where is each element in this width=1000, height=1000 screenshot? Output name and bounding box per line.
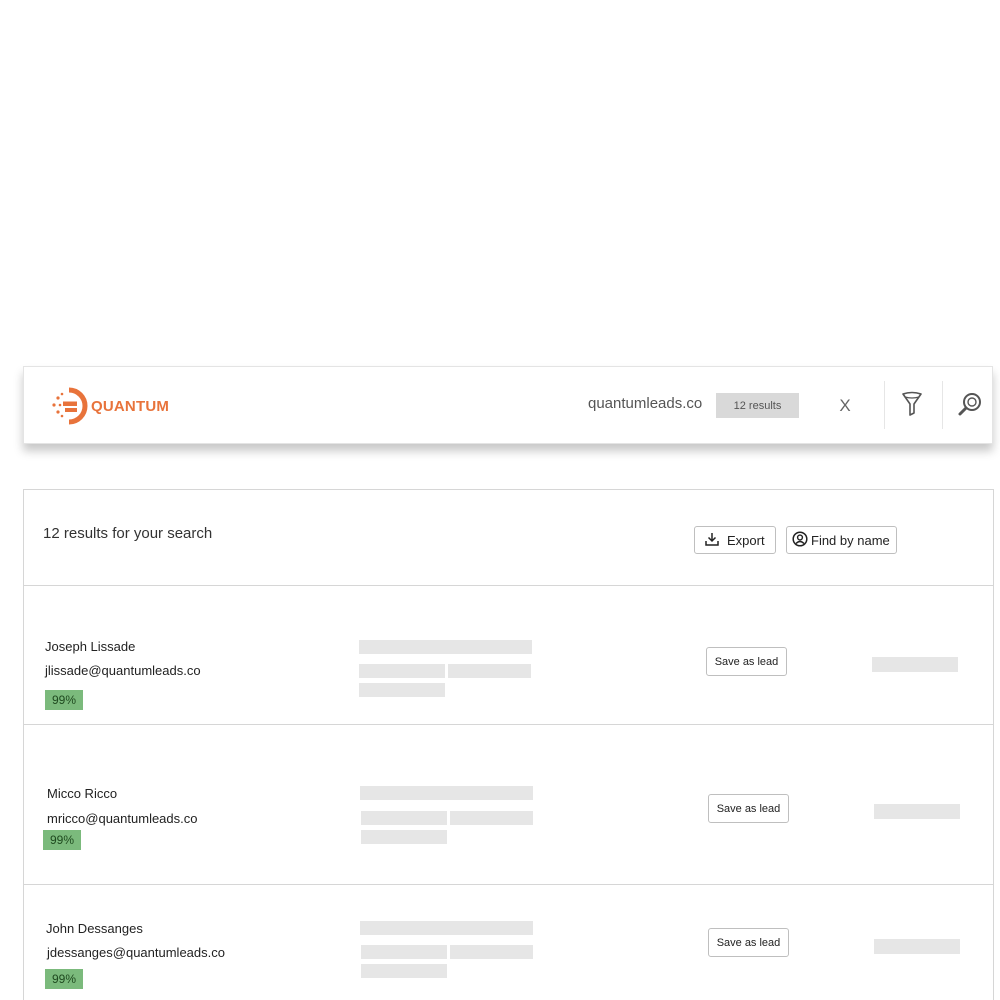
search-button[interactable]	[955, 391, 985, 421]
placeholder-bar	[874, 804, 960, 819]
page: QUANTUM quantumleads.co 12 results X 12 …	[0, 0, 1000, 1000]
divider	[884, 381, 885, 429]
placeholder-bar	[361, 945, 447, 959]
placeholder-bar	[874, 939, 960, 954]
contact-name[interactable]: Joseph Lissade	[45, 639, 135, 654]
download-icon	[705, 532, 719, 549]
placeholder-bar	[448, 664, 531, 678]
results-title: 12 results for your search	[43, 525, 213, 542]
find-by-name-button[interactable]: Find by name	[786, 526, 897, 554]
placeholder-bar	[361, 811, 447, 825]
user-circle-icon	[792, 530, 808, 550]
placeholder-bar	[360, 921, 533, 935]
match-score-badge: 99%	[45, 969, 83, 989]
result-row: John Dessanges jdessanges@quantumleads.c…	[24, 885, 993, 1000]
results-panel: 12 results for your search Export Find b…	[23, 489, 994, 1000]
divider	[942, 381, 943, 429]
placeholder-bar	[360, 786, 533, 800]
brand-logo[interactable]: QUANTUM	[49, 386, 169, 426]
export-button[interactable]: Export	[694, 526, 776, 554]
result-row: Joseph Lissade jlissade@quantumleads.co …	[24, 586, 993, 725]
contact-name[interactable]: Micco Ricco	[47, 786, 117, 801]
placeholder-bar	[359, 683, 445, 697]
results-count-badge: 12 results	[716, 393, 799, 418]
placeholder-bar	[359, 664, 445, 678]
save-as-lead-button[interactable]: Save as lead	[708, 928, 789, 957]
placeholder-bar	[361, 964, 447, 978]
results-header: 12 results for your search Export Find b…	[24, 490, 993, 586]
search-query-text[interactable]: quantumleads.co	[588, 395, 702, 412]
contact-email[interactable]: jdessanges@quantumleads.co	[47, 945, 225, 960]
contact-email[interactable]: jlissade@quantumleads.co	[45, 663, 201, 678]
filter-button[interactable]	[897, 391, 927, 421]
clear-search-button[interactable]: X	[832, 391, 858, 421]
filter-icon	[901, 391, 923, 422]
brand-name: QUANTUM	[91, 397, 170, 415]
result-row: Micco Ricco mricco@quantumleads.co 99% S…	[24, 725, 993, 885]
quantum-logo-icon	[49, 387, 89, 425]
find-by-name-label: Find by name	[811, 532, 890, 548]
placeholder-bar	[872, 657, 958, 672]
search-bar: QUANTUM quantumleads.co 12 results X	[23, 366, 993, 444]
placeholder-bar	[359, 640, 532, 654]
contact-email[interactable]: mricco@quantumleads.co	[47, 811, 197, 826]
match-score-badge: 99%	[43, 830, 81, 850]
placeholder-bar	[450, 945, 533, 959]
export-label: Export	[727, 532, 765, 548]
save-as-lead-button[interactable]: Save as lead	[706, 647, 787, 676]
contact-name[interactable]: John Dessanges	[46, 921, 143, 936]
save-as-lead-button[interactable]: Save as lead	[708, 794, 789, 823]
placeholder-bar	[450, 811, 533, 825]
search-icon	[957, 391, 983, 422]
placeholder-bar	[361, 830, 447, 844]
match-score-badge: 99%	[45, 690, 83, 710]
